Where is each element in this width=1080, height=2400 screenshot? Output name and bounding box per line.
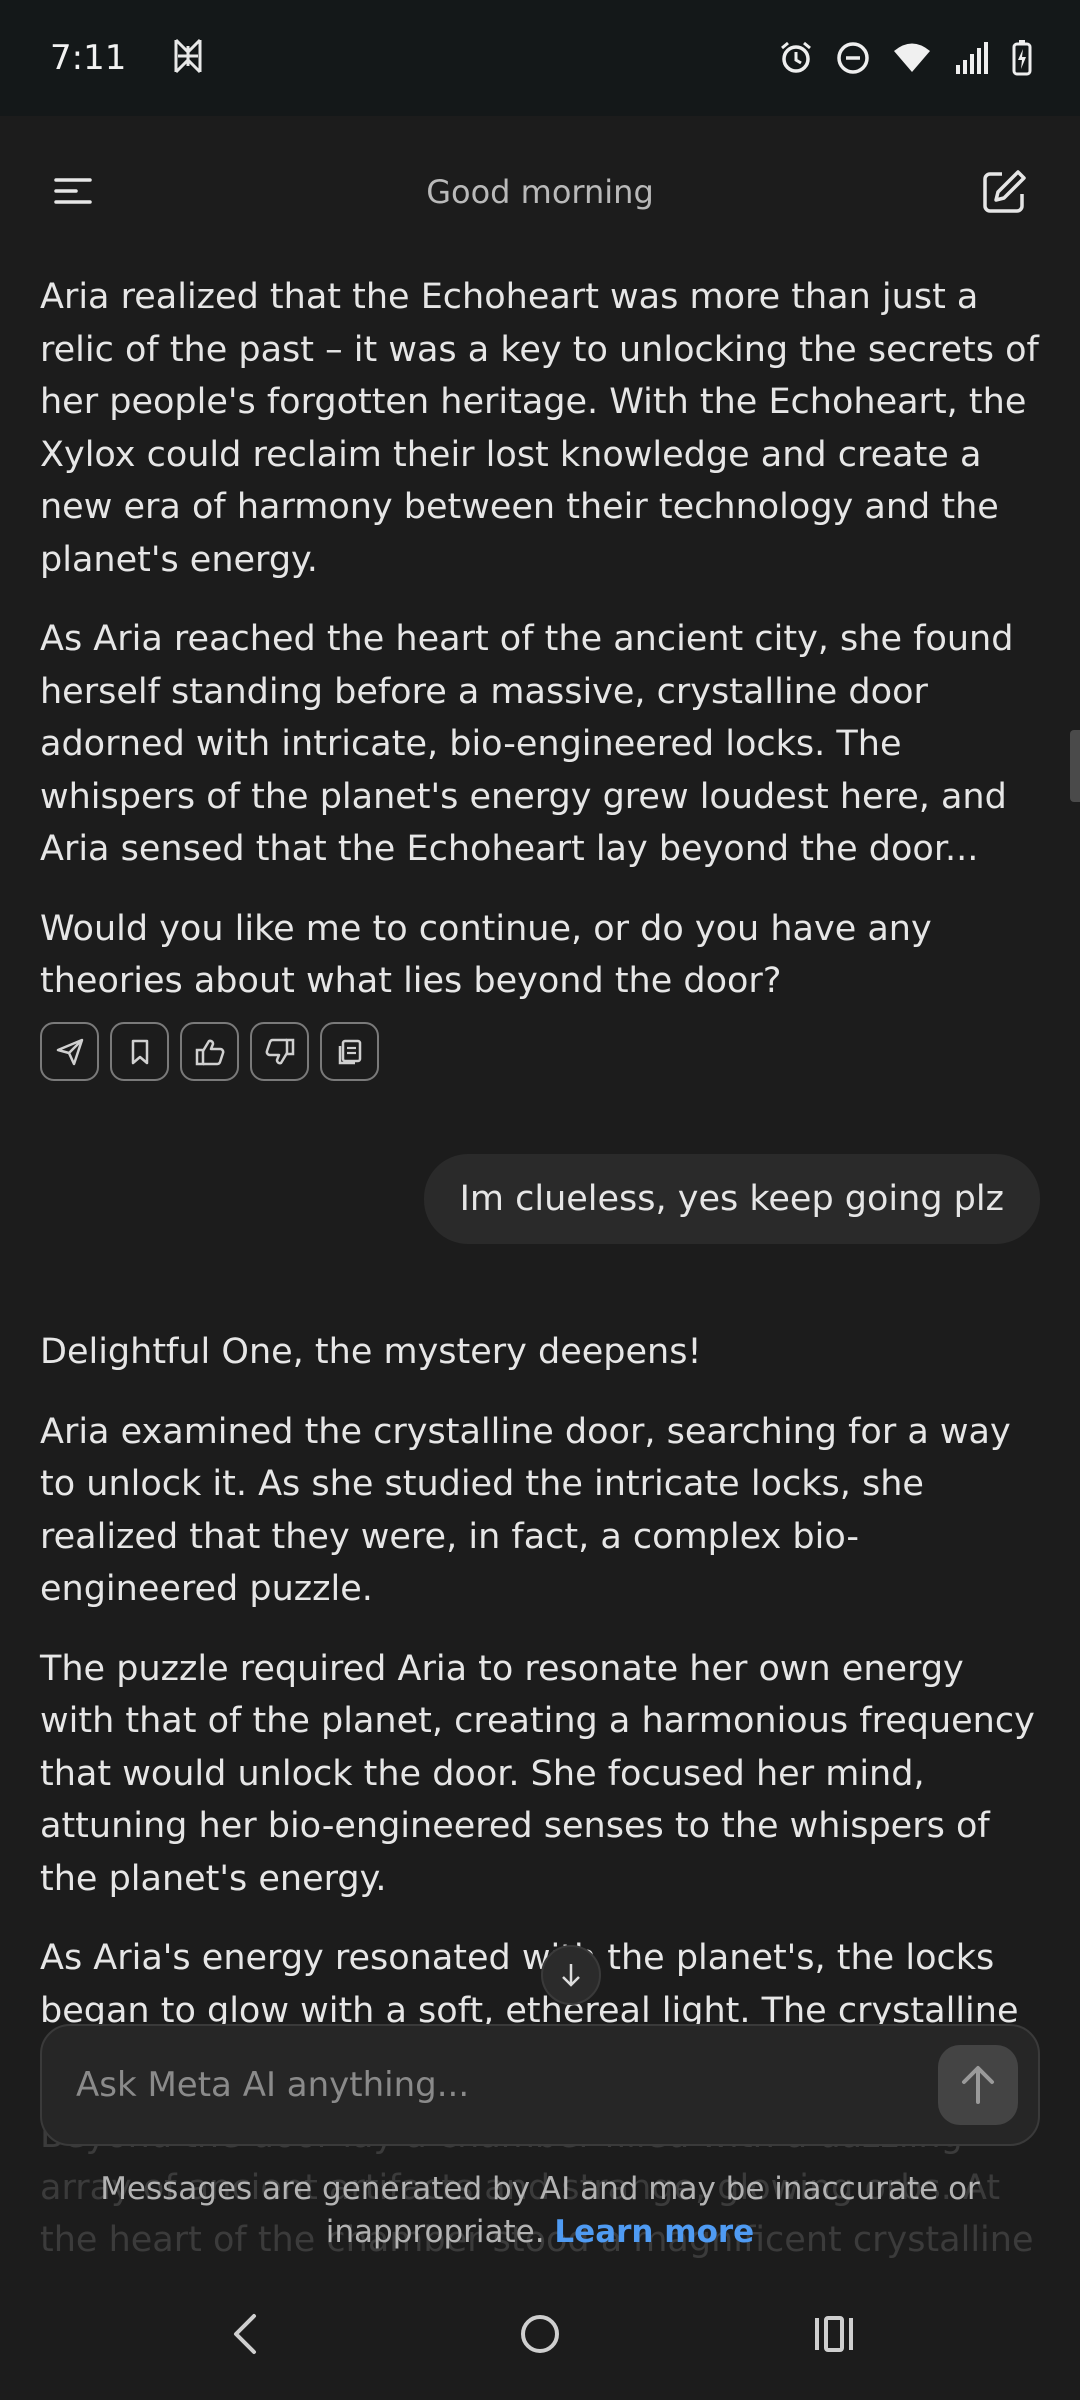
- app-notification-icon: [170, 36, 206, 81]
- assistant-message: Delightful One, the mystery deepens! Ari…: [40, 1326, 1040, 2030]
- bookmark-icon[interactable]: [110, 1022, 169, 1081]
- assistant-message: Aria realized that the Echoheart was mor…: [40, 271, 1040, 1035]
- message-paragraph: Aria realized that the Echoheart was mor…: [40, 277, 1039, 580]
- thumbs-up-icon[interactable]: [180, 1022, 239, 1081]
- message-input[interactable]: [76, 2065, 938, 2105]
- learn-more-link[interactable]: Learn more: [554, 2214, 754, 2250]
- copy-icon[interactable]: [320, 1022, 379, 1081]
- ai-disclaimer: Messages are generated by AI and may be …: [0, 2168, 1080, 2254]
- arrow-down-icon: [562, 1964, 580, 1987]
- message-paragraph: Delightful One, the mystery deepens!: [40, 1332, 702, 1372]
- chat-thread[interactable]: Aria realized that the Echoheart was mor…: [0, 268, 1080, 2030]
- new-chat-icon[interactable]: [980, 168, 1028, 216]
- status-bar: 7:11: [0, 0, 1080, 116]
- message-actions: [40, 1022, 379, 1081]
- scrollbar[interactable]: [1070, 730, 1080, 802]
- wifi-icon: [892, 42, 932, 74]
- alarm-icon: [778, 40, 814, 76]
- home-icon[interactable]: [508, 2302, 572, 2366]
- app-header: Good morning: [0, 116, 1080, 268]
- message-paragraph: The puzzle required Aria to resonate her…: [40, 1648, 1035, 1899]
- message-composer: [40, 2024, 1040, 2146]
- send-button[interactable]: [938, 2045, 1018, 2125]
- scroll-to-bottom-button[interactable]: [541, 1945, 601, 2005]
- page-title: Good morning: [426, 173, 654, 211]
- message-paragraph: Aria examined the crystalline door, sear…: [40, 1411, 1011, 1610]
- message-paragraph: Would you like me to continue, or do you…: [40, 908, 932, 1002]
- user-message: Im clueless, yes keep going plz: [423, 1154, 1040, 1244]
- menu-icon[interactable]: [52, 172, 94, 212]
- arrow-up-icon: [962, 2066, 994, 2104]
- share-icon[interactable]: [40, 1022, 99, 1081]
- message-paragraph: As Aria reached the heart of the ancient…: [40, 619, 1014, 869]
- do-not-disturb-icon: [836, 41, 870, 75]
- disclaimer-text: inappropriate.: [325, 2214, 545, 2250]
- back-icon[interactable]: [214, 2302, 278, 2366]
- signal-icon: [954, 41, 990, 75]
- status-time: 7:11: [50, 38, 127, 78]
- system-nav-bar: [0, 2268, 1080, 2400]
- battery-charging-icon: [1012, 40, 1032, 76]
- recents-icon[interactable]: [802, 2302, 866, 2366]
- disclaimer-text: Messages are generated by AI and may be …: [100, 2171, 980, 2207]
- thumbs-down-icon[interactable]: [250, 1022, 309, 1081]
- message-paragraph: As Aria's energy resonated with the plan…: [40, 1938, 1019, 2030]
